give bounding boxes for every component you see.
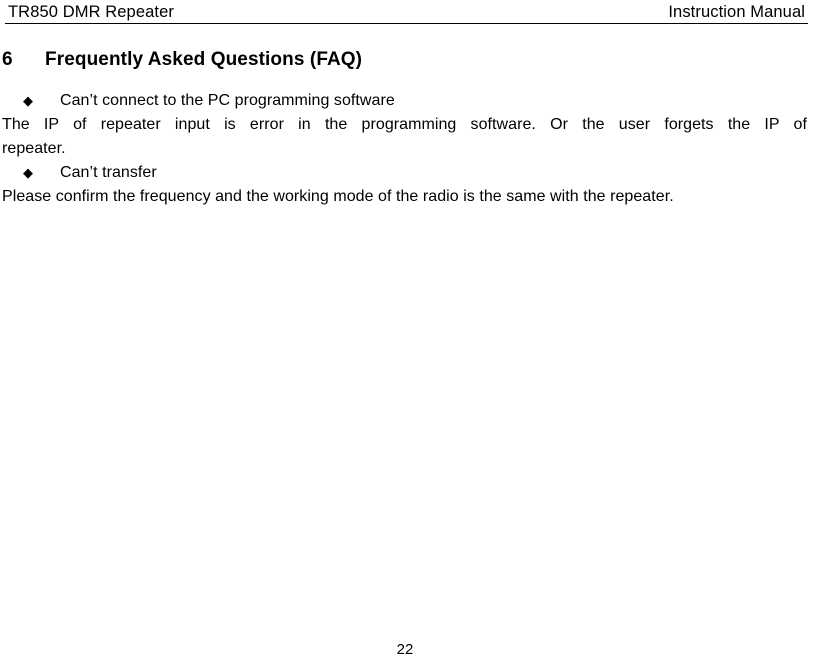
section-title: Frequently Asked Questions (FAQ) <box>45 49 363 70</box>
paragraph-line: Please confirm the frequency and the wor… <box>2 188 674 205</box>
diamond-bullet-icon: ◆ <box>23 93 34 108</box>
header-document-title: TR850 DMR Repeater <box>8 3 174 21</box>
section-number: 6 <box>2 49 13 70</box>
paragraph: Please confirm the frequency and the wor… <box>2 185 807 209</box>
page-number: 22 <box>396 641 414 658</box>
list-item-label: Can’t connect to the PC programming soft… <box>60 92 395 109</box>
list-item: ◆ Can’t connect to the PC programming so… <box>2 89 807 113</box>
document-page: TR850 DMR Repeater Instruction Manual 6 … <box>0 0 813 661</box>
section-heading: 6 Frequently Asked Questions (FAQ) <box>2 47 807 73</box>
paragraph-line: The IP of repeater input is error in the… <box>2 116 807 133</box>
header-document-subtitle: Instruction Manual <box>668 3 805 21</box>
page-header: TR850 DMR Repeater Instruction Manual <box>8 0 805 24</box>
diamond-bullet-icon: ◆ <box>23 165 34 180</box>
page-content: 6 Frequently Asked Questions (FAQ) ◆ Can… <box>2 47 807 209</box>
paragraph: The IP of repeater input is error in the… <box>2 113 807 161</box>
page-footer: 22 <box>0 641 813 659</box>
list-item-label: Can’t transfer <box>60 164 157 181</box>
paragraph-line: repeater. <box>2 140 66 157</box>
list-item: ◆ Can’t transfer <box>2 161 807 185</box>
header-divider-rule <box>5 23 808 24</box>
